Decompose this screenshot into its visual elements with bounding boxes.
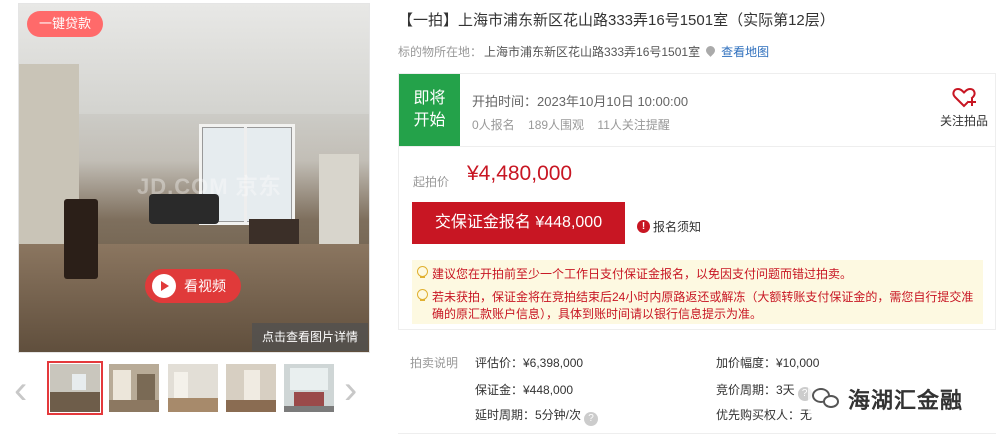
thumbnail-image: [284, 364, 334, 412]
registered-count: 0人报名: [472, 118, 515, 132]
auction-title: 【一拍】上海市浦东新区花山路333弄16号1501室（实际第12层）: [398, 12, 835, 29]
registration-notice-label: 报名须知: [653, 220, 702, 234]
deposit-amount: 保证金：¥448,000: [475, 383, 574, 397]
thumbnail-image: [168, 364, 218, 412]
thumbnail-4[interactable]: [226, 364, 276, 412]
thumbnail-3[interactable]: [168, 364, 218, 412]
loan-badge[interactable]: 一键贷款: [27, 11, 104, 37]
watcher-count: 189人围观: [528, 118, 585, 132]
photo-door: [319, 154, 359, 254]
account-name: 海湖汇金融: [848, 388, 964, 413]
follow-label: 关注拍品: [939, 114, 988, 128]
video-label: 看视频: [184, 278, 226, 294]
tip-1-text: 建议您在开拍前至少一个工作日支付保证金报名，以免因支付问题而错过拍卖。: [432, 267, 853, 281]
bid-increment: 加价幅度：¥10,000: [716, 356, 820, 370]
exclamation-icon: !: [637, 220, 650, 233]
auction-stats: 0人报名 189人围观 11人关注提醒: [472, 116, 680, 133]
wechat-icon: [812, 388, 840, 410]
thumbnail-5[interactable]: [284, 364, 334, 412]
delay-cycle-text: 延时周期：5分钟/次: [475, 408, 582, 422]
pay-deposit-register-button[interactable]: 交保证金报名 ¥448,000: [412, 202, 625, 244]
chevron-right-icon[interactable]: ›: [344, 370, 357, 410]
help-icon[interactable]: ?: [584, 412, 599, 426]
photo-chair: [64, 199, 98, 279]
play-icon: [152, 274, 176, 298]
watch-video-button[interactable]: 看视频: [145, 269, 241, 303]
thumbnail-2[interactable]: [109, 364, 159, 412]
bidding-cycle: 竞价周期：3天?: [716, 381, 812, 401]
follow-button[interactable]: 关注拍品: [934, 86, 994, 129]
tip-2-text-line-2: 确的原汇款账户信息），具体到账时间请以银行信息提示为准。: [432, 307, 763, 321]
status-line-1: 即将: [413, 90, 446, 107]
location-address: 上海市浦东新区花山路333弄16号1501室: [484, 45, 701, 59]
lightbulb-icon: [417, 266, 428, 278]
bidding-cycle-text: 竞价周期：3天: [716, 383, 795, 397]
view-photo-details-button[interactable]: 点击查看图片详情: [252, 323, 368, 351]
auction-panel: 即将 开始 开拍时间：2023年10月10日 10:00:00 0人报名 189…: [398, 73, 996, 330]
lightbulb-icon: [417, 289, 428, 301]
start-price: ¥4,480,000: [467, 162, 573, 185]
priority-buyer: 优先购买权人：无: [716, 408, 813, 422]
status-line-2: 开始: [413, 112, 446, 129]
thumbnail-image: [109, 364, 159, 412]
photo-table: [249, 219, 299, 244]
view-map-link[interactable]: 查看地图: [721, 43, 769, 60]
appraisal-price: 评估价：¥6,398,000: [475, 356, 584, 370]
panel-divider: [399, 146, 995, 147]
start-price-label: 起拍价: [413, 175, 450, 189]
tip-2: 若未获拍，保证金将在竞拍结束后24小时内原路返还或解冻（大额转账支付保证金的，需…: [417, 288, 974, 305]
location-label: 标的物所在地：: [398, 45, 483, 59]
chevron-left-icon[interactable]: ‹: [14, 370, 27, 410]
info-divider: [398, 433, 996, 434]
registration-notice-link[interactable]: ! 报名须知: [637, 218, 701, 235]
info-label: 拍卖说明: [410, 356, 459, 370]
thumbnail-1[interactable]: [47, 361, 103, 415]
follower-count: 11人关注提醒: [597, 118, 670, 132]
map-pin-icon: [704, 44, 717, 57]
heart-plus-icon: [952, 86, 976, 108]
photo-watermark: JD.COM 京东: [137, 174, 282, 199]
tip-2-text-line-1: 若未获拍，保证金将在竞拍结束后24小时内原路返还或解冻（大额转账支付保证金的，需…: [432, 290, 974, 304]
start-time: 开拍时间：2023年10月10日 10:00:00: [472, 94, 689, 109]
thumbnail-image: [50, 364, 100, 412]
tips-box: 建议您在开拍前至少一个工作日支付保证金报名，以免因支付问题而错过拍卖。 若未获拍…: [412, 260, 983, 324]
delay-cycle: 延时周期：5分钟/次?: [475, 406, 599, 426]
location-row: 标的物所在地： 上海市浦东新区花山路333弄16号1501室 查看地图: [398, 43, 769, 60]
tip-1: 建议您在开拍前至少一个工作日支付保证金报名，以免因支付问题而错过拍卖。: [417, 265, 853, 282]
status-badge: 即将 开始: [399, 74, 460, 146]
account-watermark: 海湖汇金融: [808, 383, 968, 415]
thumbnail-image: [226, 364, 276, 412]
tip-2-continued: 确的原汇款账户信息），具体到账时间请以银行信息提示为准。: [432, 305, 762, 322]
